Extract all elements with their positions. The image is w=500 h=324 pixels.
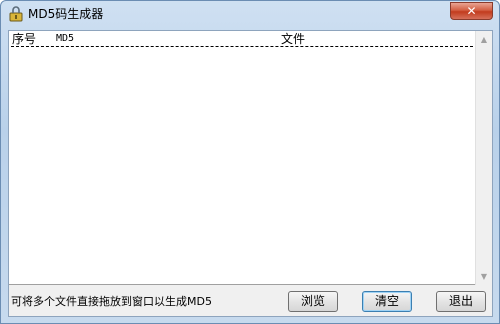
clear-button[interactable]: 清空 [362, 291, 412, 312]
column-header-seq: 序号 [12, 32, 37, 46]
column-header-file: 文件 [281, 32, 306, 46]
drag-drop-hint: 可将多个文件直接拖放到窗口以生成MD5 [11, 295, 212, 308]
app-icon [9, 6, 23, 22]
app-window: MD5码生成器 ✕ 序号 MD5 文件 ▲ ▼ 可将多个文件直接拖放到窗口以生成… [0, 0, 500, 324]
window-title: MD5码生成器 [28, 7, 104, 21]
vertical-scrollbar[interactable]: ▲ ▼ [475, 31, 492, 285]
scroll-down-icon[interactable]: ▼ [476, 268, 492, 285]
client-area: 序号 MD5 文件 ▲ ▼ 可将多个文件直接拖放到窗口以生成MD5 浏览 清空 … [8, 30, 493, 317]
close-button[interactable]: ✕ [450, 2, 493, 20]
scroll-up-icon[interactable]: ▲ [476, 31, 492, 48]
browse-button[interactable]: 浏览 [288, 291, 338, 312]
header-divider [11, 46, 473, 47]
close-icon: ✕ [466, 4, 477, 18]
exit-button[interactable]: 退出 [436, 291, 486, 312]
md5-list[interactable]: 序号 MD5 文件 ▲ ▼ [9, 31, 492, 285]
title-bar[interactable]: MD5码生成器 ✕ [1, 1, 499, 27]
column-header-md5: MD5 [56, 33, 75, 44]
list-header: 序号 MD5 文件 [11, 32, 473, 46]
